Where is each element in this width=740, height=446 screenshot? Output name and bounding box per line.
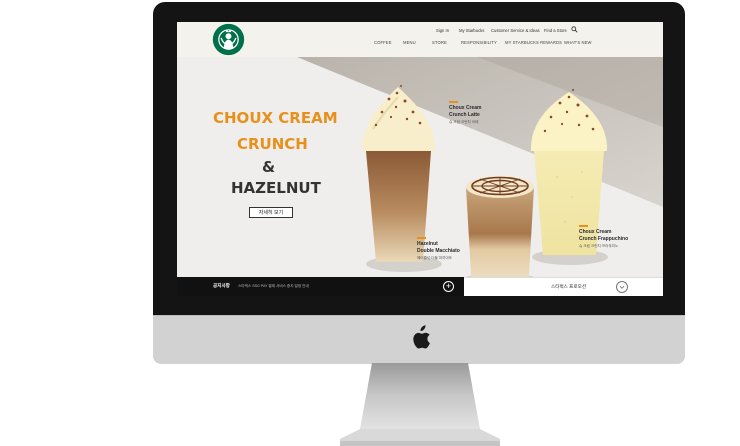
nav-whats-new[interactable]: WHAT'S NEW bbox=[564, 40, 592, 45]
search-icon[interactable] bbox=[571, 26, 578, 33]
imac-mockup: Sign In My Starbucks Customer Service & … bbox=[0, 0, 740, 446]
accent-dash bbox=[449, 101, 458, 103]
notice-title: 공지사항 bbox=[213, 283, 230, 288]
product-name-kr: 헤이즐넛 더블 마끼아또 bbox=[417, 255, 453, 260]
site-header: Sign In My Starbucks Customer Service & … bbox=[177, 22, 663, 57]
monitor-stand bbox=[340, 363, 500, 446]
product-name-line1: Choux Cream bbox=[449, 104, 482, 111]
nav-menu[interactable]: MENU bbox=[403, 40, 416, 45]
starbucks-logo[interactable] bbox=[212, 23, 245, 56]
hero-banner: CHOUX CREAM CRUNCH & HAZELNUT 자세히 보기 Cho… bbox=[177, 57, 663, 277]
hero-title-line1: CHOUX CREAM bbox=[213, 109, 338, 127]
plus-icon[interactable]: + bbox=[443, 280, 454, 292]
product-name-kr: 슈 크림 크런치 프라푸치노 bbox=[579, 243, 619, 248]
nav-responsibility[interactable]: RESPONSIBILITY bbox=[461, 40, 497, 45]
accent-dash bbox=[417, 237, 426, 239]
view-details-button[interactable]: 자세히 보기 bbox=[249, 207, 293, 218]
product-name-line2: Crunch Frappuchino bbox=[579, 235, 629, 242]
product-label-latte[interactable]: Choux Cream Crunch Latte 슈 크림 크런치 라떼 bbox=[449, 101, 482, 125]
hero-title-line3: & bbox=[262, 158, 276, 176]
nav-store[interactable]: STORE bbox=[432, 40, 447, 45]
accent-dash bbox=[579, 225, 588, 227]
website-screen: Sign In My Starbucks Customer Service & … bbox=[177, 22, 663, 296]
my-starbucks-link[interactable]: My Starbucks bbox=[459, 28, 484, 33]
hero-title-line4: HAZELNUT bbox=[231, 179, 321, 197]
hero-title-line2: CRUNCH bbox=[237, 135, 308, 153]
product-name-line1: Choux Cream bbox=[579, 228, 612, 235]
notice-bar: 공지사항 스타벅스 SSG PAY 결제 서비스 중지 일정 안내 + bbox=[177, 277, 464, 296]
find-store-link[interactable]: Find a Store bbox=[544, 28, 567, 33]
nav-coffee[interactable]: COFFEE bbox=[374, 40, 392, 45]
promotion-label: 스타벅스 프로모션 bbox=[551, 284, 587, 289]
product-label-macchiato[interactable]: Hazelnut Double Macchiato 헤이즐넛 더블 마끼아또 bbox=[417, 237, 460, 261]
product-name-kr: 슈 크림 크런치 라떼 bbox=[449, 119, 479, 124]
nav-rewards[interactable]: MY STARBUCKS REWARDS bbox=[505, 40, 562, 45]
product-name-line2: Double Macchiato bbox=[417, 247, 460, 254]
promotion-bar[interactable]: 스타벅스 프로모션 bbox=[464, 277, 663, 296]
product-name-line1: Hazelnut bbox=[417, 240, 438, 247]
product-name-line2: Crunch Latte bbox=[449, 111, 480, 118]
notice-text[interactable]: 스타벅스 SSG PAY 결제 서비스 중지 일정 안내 bbox=[238, 284, 309, 289]
chevron-down-icon[interactable] bbox=[616, 281, 628, 293]
signin-link[interactable]: Sign In bbox=[436, 28, 449, 33]
customer-service-link[interactable]: Customer Service & Ideas bbox=[491, 28, 540, 33]
apple-icon bbox=[413, 325, 430, 349]
product-label-frappuccino[interactable]: Choux Cream Crunch Frappuchino 슈 크림 크런치 … bbox=[579, 225, 628, 249]
